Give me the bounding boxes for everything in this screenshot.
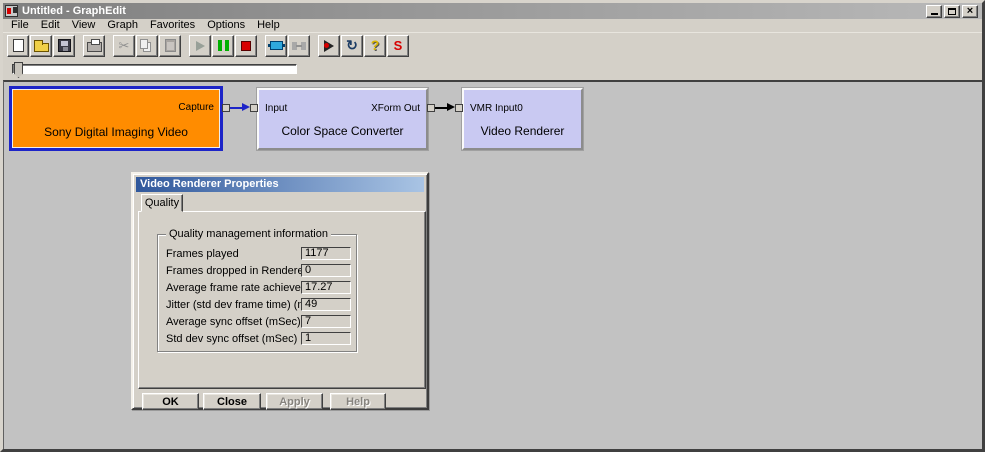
toolbar: ✂ ↻ ? S xyxy=(3,32,982,58)
frames-played-value[interactable]: 1177 xyxy=(301,247,351,260)
apply-button: Apply xyxy=(266,393,323,410)
render-media-button[interactable] xyxy=(318,35,340,57)
toolbar-separator xyxy=(258,35,264,57)
render-media-icon xyxy=(324,40,334,52)
title-bar: Untitled - GraphEdit × xyxy=(3,3,982,19)
field-label: Average frame rate achieved xyxy=(166,282,307,294)
toolbar-separator xyxy=(311,35,317,57)
new-button[interactable] xyxy=(7,35,29,57)
new-icon xyxy=(13,39,24,52)
help-icon: ? xyxy=(371,39,380,52)
menu-item-edit[interactable]: Edit xyxy=(35,19,66,32)
frames-dropped-value[interactable]: 0 xyxy=(301,264,351,277)
menu-item-help[interactable]: Help xyxy=(251,19,286,32)
pin-label-input: Input xyxy=(265,103,287,114)
print-button[interactable] xyxy=(83,35,105,57)
stop-button[interactable] xyxy=(235,35,257,57)
graphedit-window: Untitled - GraphEdit × File Edit View Gr… xyxy=(0,0,985,452)
pin-input[interactable] xyxy=(250,104,258,112)
refresh-icon: ↻ xyxy=(346,39,358,52)
stats-icon: S xyxy=(394,39,403,52)
cut-button: ✂ xyxy=(113,35,135,57)
pin-label-capture: Capture xyxy=(178,102,214,113)
avg-sync-offset-value[interactable]: 7 xyxy=(301,315,351,328)
tab-quality[interactable]: Quality xyxy=(141,194,183,212)
play-button xyxy=(189,35,211,57)
connection-arrowhead xyxy=(242,103,250,111)
pin-label-xform-out: XForm Out xyxy=(371,103,420,114)
menu-item-file[interactable]: File xyxy=(5,19,35,32)
filter-color-space-converter[interactable]: Input XForm Out Color Space Converter xyxy=(257,88,428,150)
avg-frame-rate-value[interactable]: 17.27 xyxy=(301,281,351,294)
window-controls: × xyxy=(926,5,978,18)
std-dev-sync-offset-value[interactable]: 1 xyxy=(301,332,351,345)
connection-arrowhead xyxy=(447,103,455,111)
stats-button[interactable]: S xyxy=(387,35,409,57)
save-icon xyxy=(58,39,71,52)
paste-button xyxy=(159,35,181,57)
group-box-label: Quality management information xyxy=(166,228,331,240)
menu-item-favorites[interactable]: Favorites xyxy=(144,19,201,32)
menu-item-options[interactable]: Options xyxy=(201,19,251,32)
filter-name: Sony Digital Imaging Video xyxy=(12,125,220,139)
pause-icon xyxy=(218,40,229,51)
menu-item-view[interactable]: View xyxy=(66,19,102,32)
play-icon xyxy=(196,41,205,51)
toolbar-separator xyxy=(182,35,188,57)
seek-bar-track[interactable] xyxy=(12,64,297,74)
paste-icon xyxy=(165,39,176,52)
insert-filter-icon xyxy=(270,41,283,50)
close-button[interactable]: × xyxy=(962,5,978,18)
copy-button xyxy=(136,35,158,57)
close-icon: × xyxy=(967,7,973,16)
app-icon xyxy=(5,5,18,17)
pause-button[interactable] xyxy=(212,35,234,57)
filter-name: Color Space Converter xyxy=(259,124,426,138)
filter-sony-digital-imaging-video[interactable]: Capture Sony Digital Imaging Video xyxy=(9,86,223,151)
pin-capture-output[interactable] xyxy=(222,104,230,112)
open-icon xyxy=(34,43,49,52)
connect-button xyxy=(288,35,310,57)
help-dialog-button: Help xyxy=(330,393,386,410)
jitter-value[interactable]: 49 xyxy=(301,298,351,311)
dialog-title-bar: Video Renderer Properties xyxy=(136,177,424,192)
print-icon xyxy=(87,42,102,52)
ok-button[interactable]: OK xyxy=(142,393,199,410)
field-label: Frames dropped in Renderer xyxy=(166,265,307,277)
close-dialog-button[interactable]: Close xyxy=(203,393,261,410)
toolbar-separator xyxy=(106,35,112,57)
filter-name: Video Renderer xyxy=(464,124,581,138)
window-title: Untitled - GraphEdit xyxy=(22,5,926,17)
save-button[interactable] xyxy=(53,35,75,57)
minimize-icon xyxy=(931,13,938,15)
video-renderer-properties-dialog: Video Renderer Properties Quality Qualit… xyxy=(131,172,429,410)
field-label: Average sync offset (mSec) xyxy=(166,316,301,328)
graph-canvas: Capture Sony Digital Imaging Video Input… xyxy=(3,80,982,449)
menu-bar: File Edit View Graph Favorites Options H… xyxy=(3,19,982,32)
maximize-icon xyxy=(948,8,956,15)
seek-bar-thumb[interactable] xyxy=(14,62,23,78)
open-button[interactable] xyxy=(30,35,52,57)
connect-icon xyxy=(292,42,306,50)
seek-bar xyxy=(3,58,982,80)
minimize-button[interactable] xyxy=(926,5,942,18)
toolbar-separator xyxy=(76,35,82,57)
refresh-button[interactable]: ↻ xyxy=(341,35,363,57)
copy-icon xyxy=(140,39,148,49)
pin-vmr-input[interactable] xyxy=(455,104,463,112)
help-button[interactable]: ? xyxy=(364,35,386,57)
stop-icon xyxy=(241,41,251,51)
filter-video-renderer[interactable]: VMR Input0 Video Renderer xyxy=(462,88,583,150)
pin-label-vmr-input0: VMR Input0 xyxy=(470,103,523,114)
insert-filter-button[interactable] xyxy=(265,35,287,57)
field-label: Frames played xyxy=(166,248,239,260)
cut-icon: ✂ xyxy=(119,39,130,52)
pin-xform-output[interactable] xyxy=(427,104,435,112)
quality-group-box: Quality management information Frames pl… xyxy=(157,234,357,352)
maximize-button[interactable] xyxy=(944,5,960,18)
field-label: Std dev sync offset (mSec) xyxy=(166,333,297,345)
menu-item-graph[interactable]: Graph xyxy=(101,19,144,32)
